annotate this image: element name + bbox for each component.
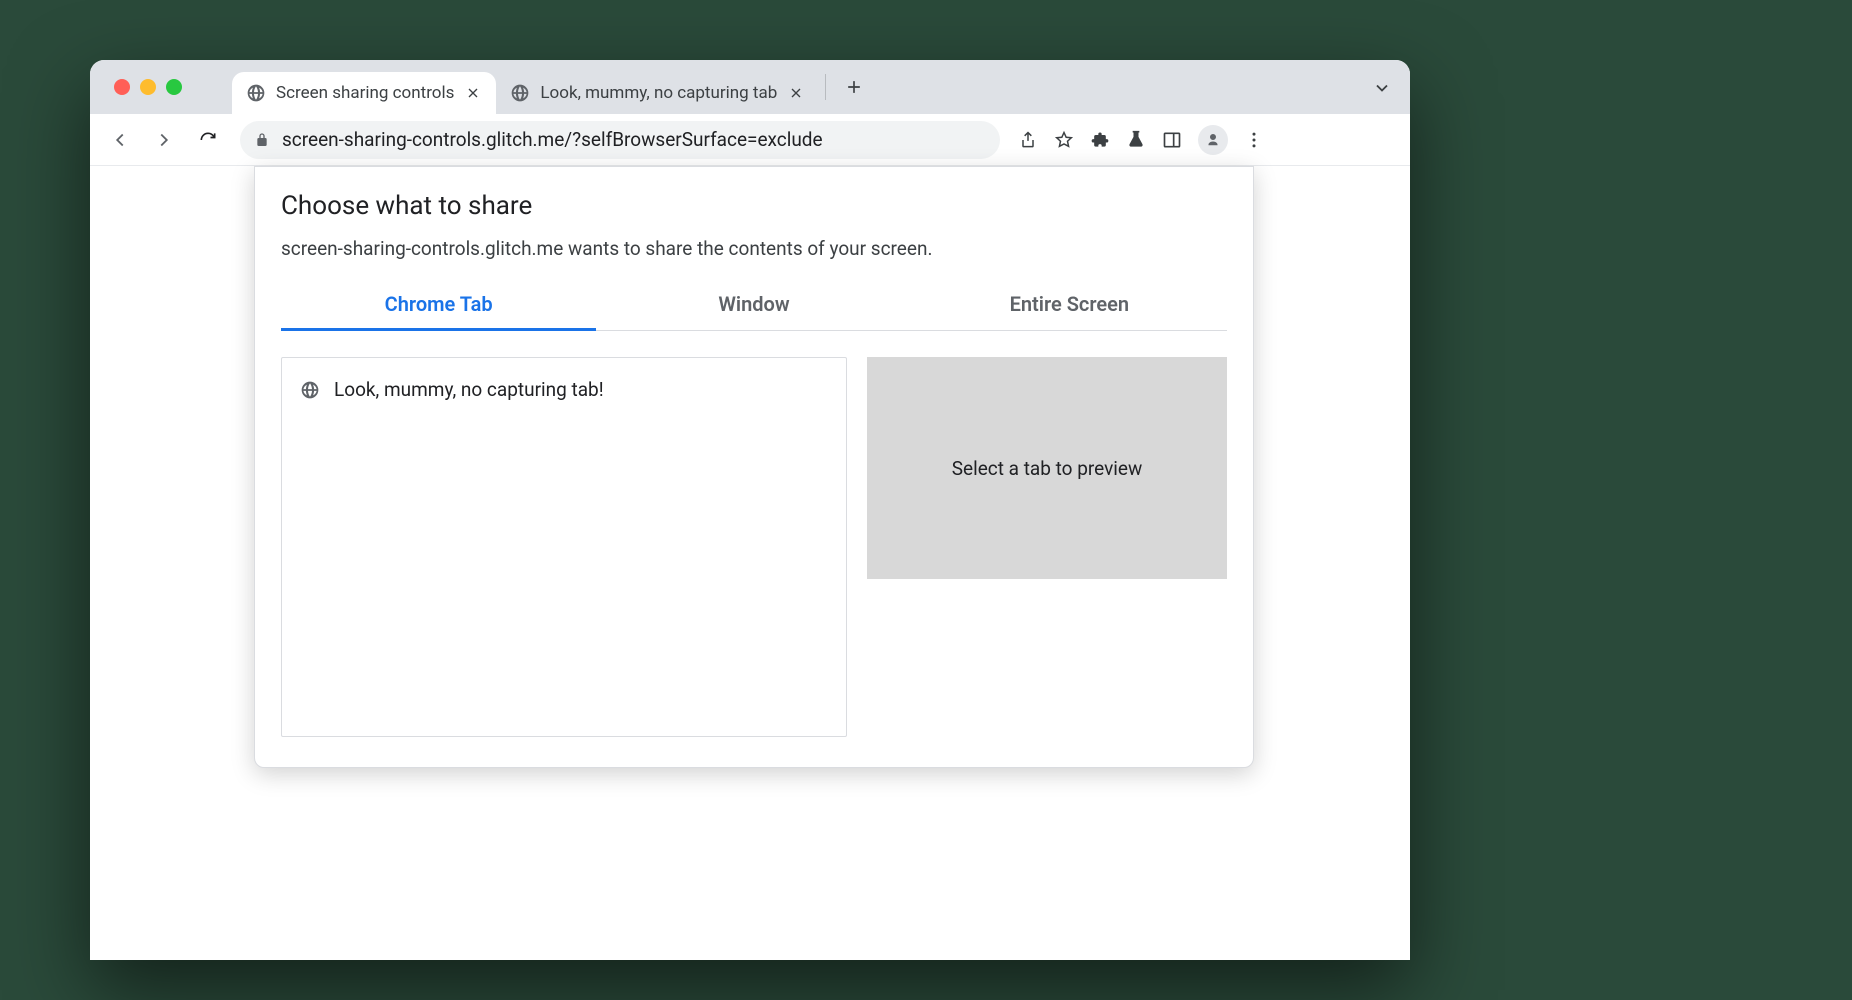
tab-close-icon[interactable] (464, 84, 482, 102)
globe-icon (510, 83, 530, 103)
tab-search-button[interactable] (1372, 78, 1392, 98)
lock-icon (254, 132, 270, 148)
new-tab-button[interactable] (838, 71, 870, 103)
dialog-subtitle: screen-sharing-controls.glitch.me wants … (281, 237, 1227, 260)
url-text: screen-sharing-controls.glitch.me/?selfB… (282, 128, 823, 151)
window-controls (114, 79, 182, 95)
address-bar[interactable]: screen-sharing-controls.glitch.me/?selfB… (240, 121, 1000, 159)
window-maximize-button[interactable] (166, 79, 182, 95)
dialog-tab-entire-screen[interactable]: Entire Screen (912, 282, 1227, 330)
dialog-tab-strip: Chrome Tab Window Entire Screen (281, 282, 1227, 331)
dialog-tab-chrome-tab[interactable]: Chrome Tab (281, 282, 596, 330)
share-icon[interactable] (1018, 130, 1038, 150)
labs-flask-icon[interactable] (1126, 130, 1146, 150)
tab-title: Screen sharing controls (276, 83, 454, 103)
browser-window: Screen sharing controls Look, mummy, no … (90, 60, 1410, 960)
globe-icon (246, 83, 266, 103)
dialog-title: Choose what to share (281, 191, 1227, 221)
forward-button[interactable] (146, 122, 182, 158)
side-panel-icon[interactable] (1162, 130, 1182, 150)
kebab-menu-icon[interactable] (1244, 130, 1264, 150)
share-source-list: Look, mummy, no capturing tab! (281, 357, 847, 737)
titlebar: Screen sharing controls Look, mummy, no … (90, 60, 1410, 114)
window-close-button[interactable] (114, 79, 130, 95)
tab-close-icon[interactable] (787, 84, 805, 102)
tab-strip: Screen sharing controls Look, mummy, no … (232, 60, 870, 114)
preview-placeholder: Select a tab to preview (867, 357, 1227, 579)
screen-share-dialog: Choose what to share screen-sharing-cont… (254, 166, 1254, 768)
profile-avatar-icon[interactable] (1198, 125, 1228, 155)
preview-placeholder-text: Select a tab to preview (952, 457, 1143, 480)
dialog-tab-window[interactable]: Window (596, 282, 911, 330)
toolbar: screen-sharing-controls.glitch.me/?selfB… (90, 114, 1410, 166)
tab-title: Look, mummy, no capturing tab (540, 83, 777, 103)
browser-tab-active[interactable]: Screen sharing controls (232, 72, 496, 114)
dialog-body: Look, mummy, no capturing tab! Select a … (281, 357, 1227, 737)
extensions-puzzle-icon[interactable] (1090, 130, 1110, 150)
share-source-item[interactable]: Look, mummy, no capturing tab! (298, 374, 830, 405)
globe-icon (300, 380, 320, 400)
browser-tab-inactive[interactable]: Look, mummy, no capturing tab (496, 72, 819, 114)
toolbar-actions (1018, 125, 1264, 155)
window-minimize-button[interactable] (140, 79, 156, 95)
back-button[interactable] (102, 122, 138, 158)
share-source-item-label: Look, mummy, no capturing tab! (334, 378, 604, 401)
reload-button[interactable] (190, 122, 226, 158)
bookmark-star-icon[interactable] (1054, 130, 1074, 150)
tab-separator (825, 74, 826, 100)
